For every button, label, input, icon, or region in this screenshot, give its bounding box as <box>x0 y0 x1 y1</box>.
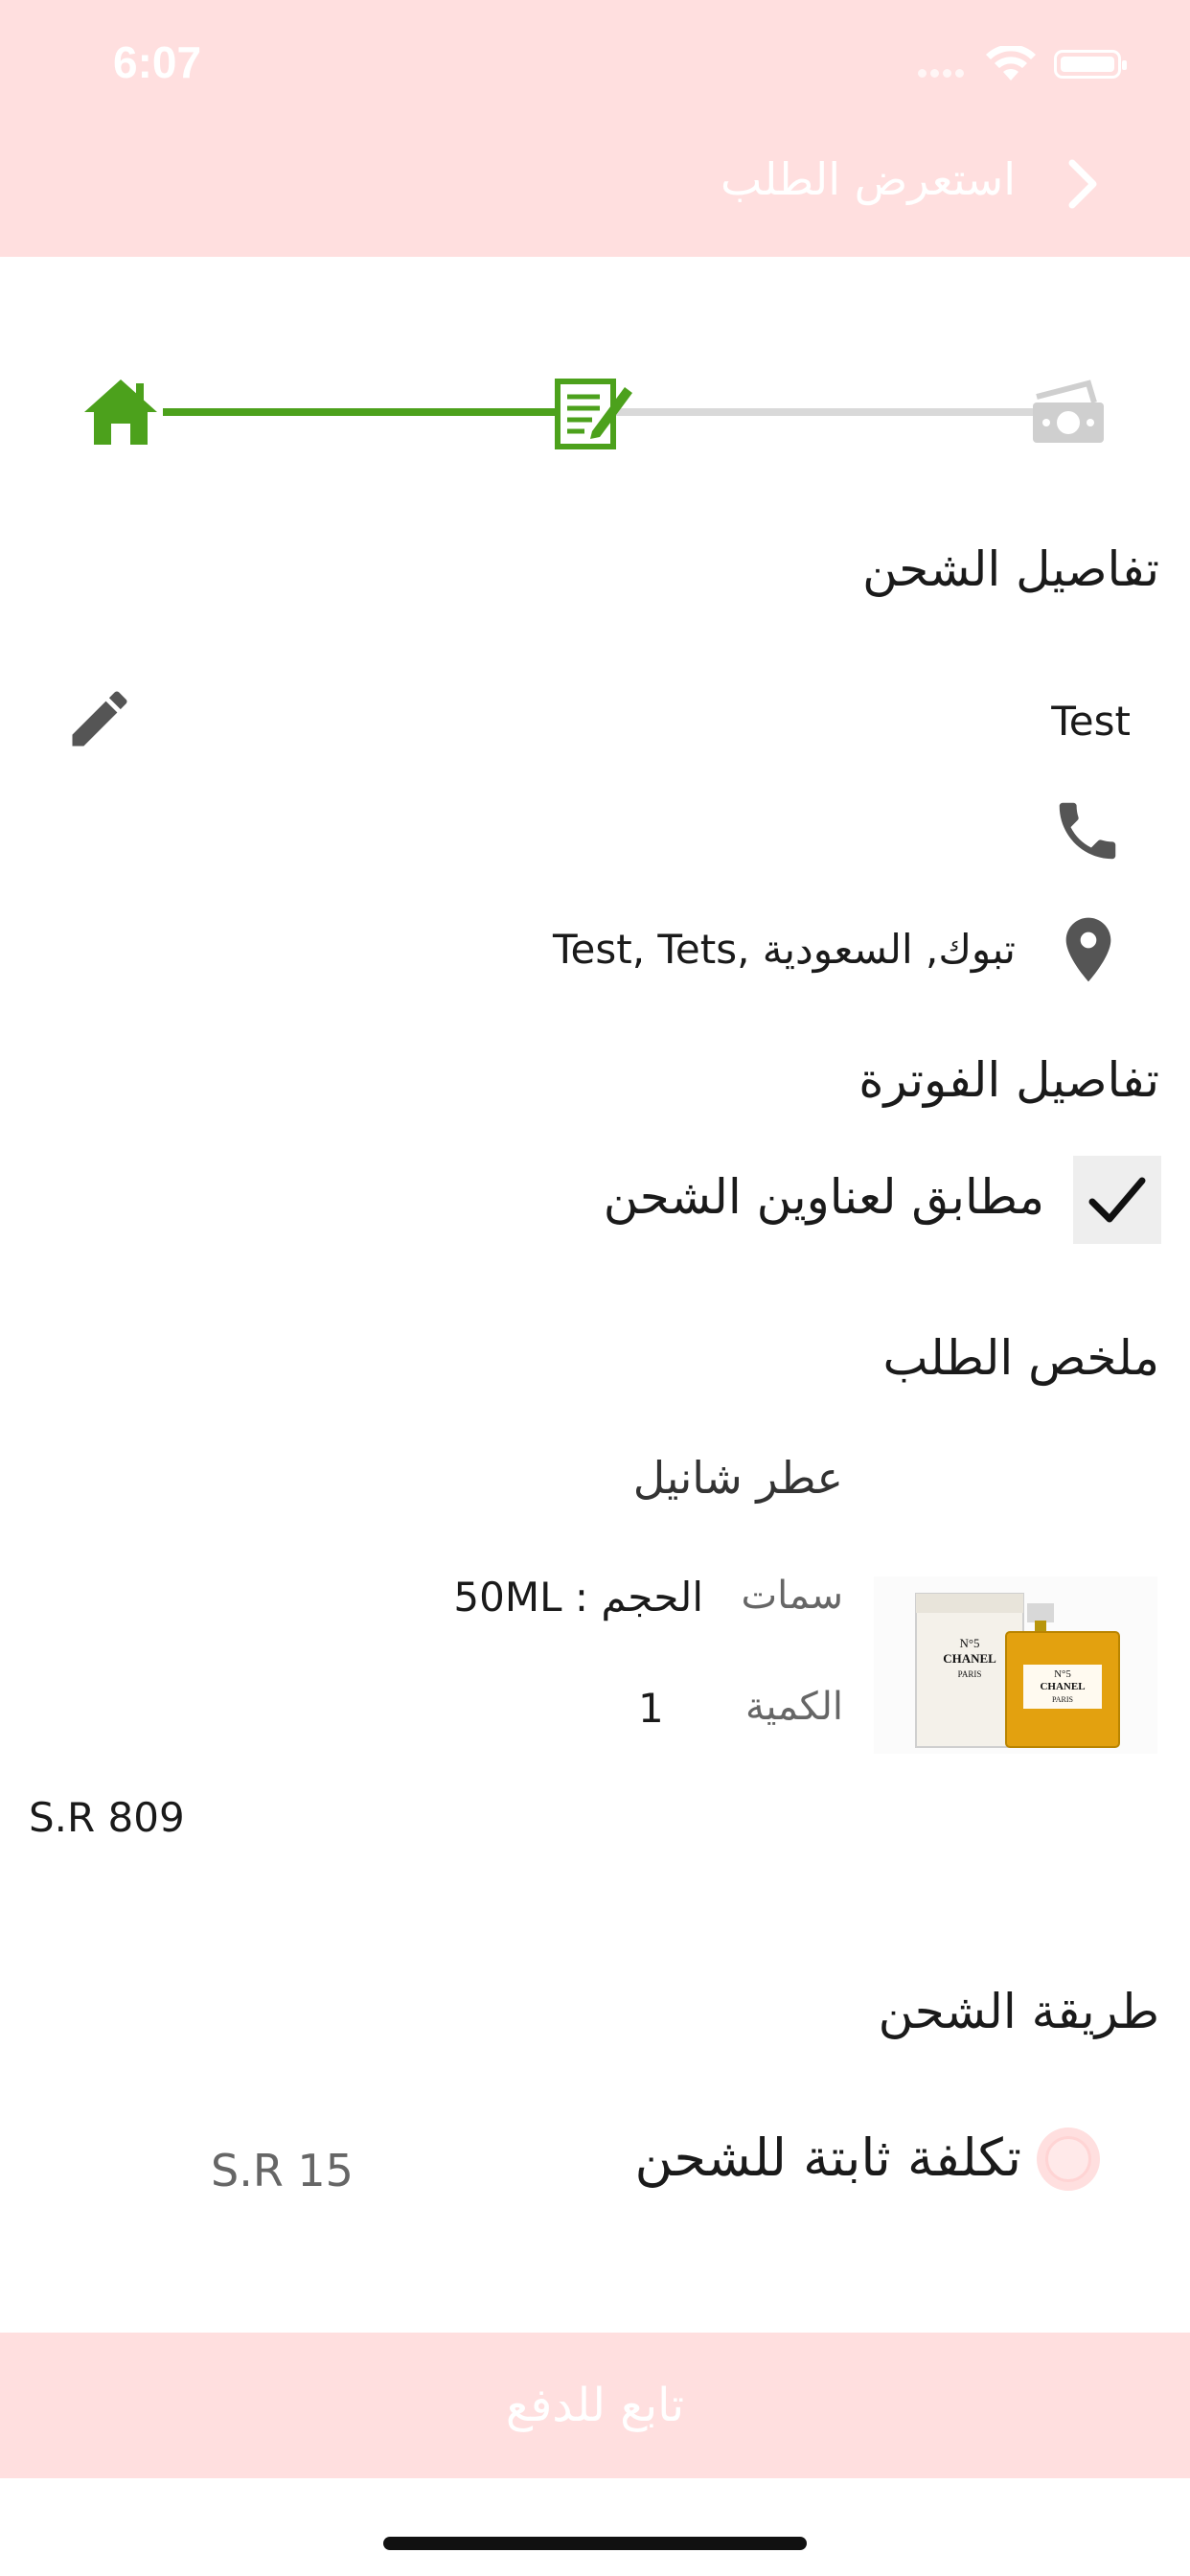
wifi-icon <box>985 44 1037 86</box>
continue-to-payment-button[interactable]: تابع للدفع <box>0 2333 1190 2478</box>
checkmark-icon <box>1088 1177 1146 1223</box>
shipping-method-title: طريقة الشحن <box>878 1984 1159 2039</box>
home-indicator <box>383 2537 807 2550</box>
home-icon <box>80 376 161 452</box>
image-caption-5: CHANEL <box>1040 1681 1086 1692</box>
shipping-option-label[interactable]: تكلفة ثابتة للشحن <box>634 2128 1021 2188</box>
product-image: N°5 CHANEL PARIS N°5 CHANEL PARIS <box>874 1576 1157 1754</box>
same-as-shipping-label[interactable]: مطابق لعناوين الشحن <box>604 1169 1044 1225</box>
image-caption-4: N°5 <box>1054 1668 1071 1680</box>
shipping-address: تبوك, السعودية ,Test, Tets <box>552 926 1016 973</box>
continue-to-payment-label: تابع للدفع <box>505 2379 685 2432</box>
order-summary-title: ملخص الطلب <box>882 1330 1159 1386</box>
page-title: استعرض الطلب <box>721 153 1016 205</box>
stepper-line-pending <box>604 408 1035 416</box>
product-name: عطر شانيل <box>632 1452 843 1504</box>
shipping-details-title: تفاصيل الشحن <box>862 541 1159 597</box>
attributes-value: الحجم : 50ML <box>453 1574 703 1621</box>
chevron-right-icon <box>1068 159 1097 209</box>
edit-address-button[interactable] <box>63 682 136 759</box>
pencil-icon <box>72 691 127 747</box>
image-caption-3: PARIS <box>957 1669 982 1679</box>
stepper-line-completed <box>163 408 565 416</box>
billing-details-title: تفاصيل الفوترة <box>858 1052 1159 1108</box>
back-button[interactable] <box>1059 155 1107 213</box>
image-caption-6: PARIS <box>1052 1695 1073 1704</box>
same-as-shipping-checkbox[interactable] <box>1073 1156 1161 1244</box>
status-time: 6:07 <box>113 37 202 87</box>
image-caption-1: N°5 <box>959 1636 980 1650</box>
quantity-value: 1 <box>638 1685 664 1732</box>
shipping-name: Test <box>1051 698 1131 745</box>
shipping-option-price: S.R 15 <box>211 2145 354 2196</box>
money-icon <box>1027 380 1108 452</box>
attributes-label: سمات <box>741 1574 843 1618</box>
battery-icon <box>1054 50 1127 79</box>
product-price: S.R 809 <box>29 1794 185 1841</box>
phone-icon <box>1050 794 1125 872</box>
quantity-label: الكمية <box>744 1685 843 1729</box>
shipping-option-radio[interactable] <box>1037 2128 1100 2191</box>
edit-document-icon <box>554 376 634 456</box>
location-pin-icon <box>1050 910 1127 993</box>
signal-icon <box>918 63 975 78</box>
image-caption-2: CHANEL <box>943 1651 996 1666</box>
